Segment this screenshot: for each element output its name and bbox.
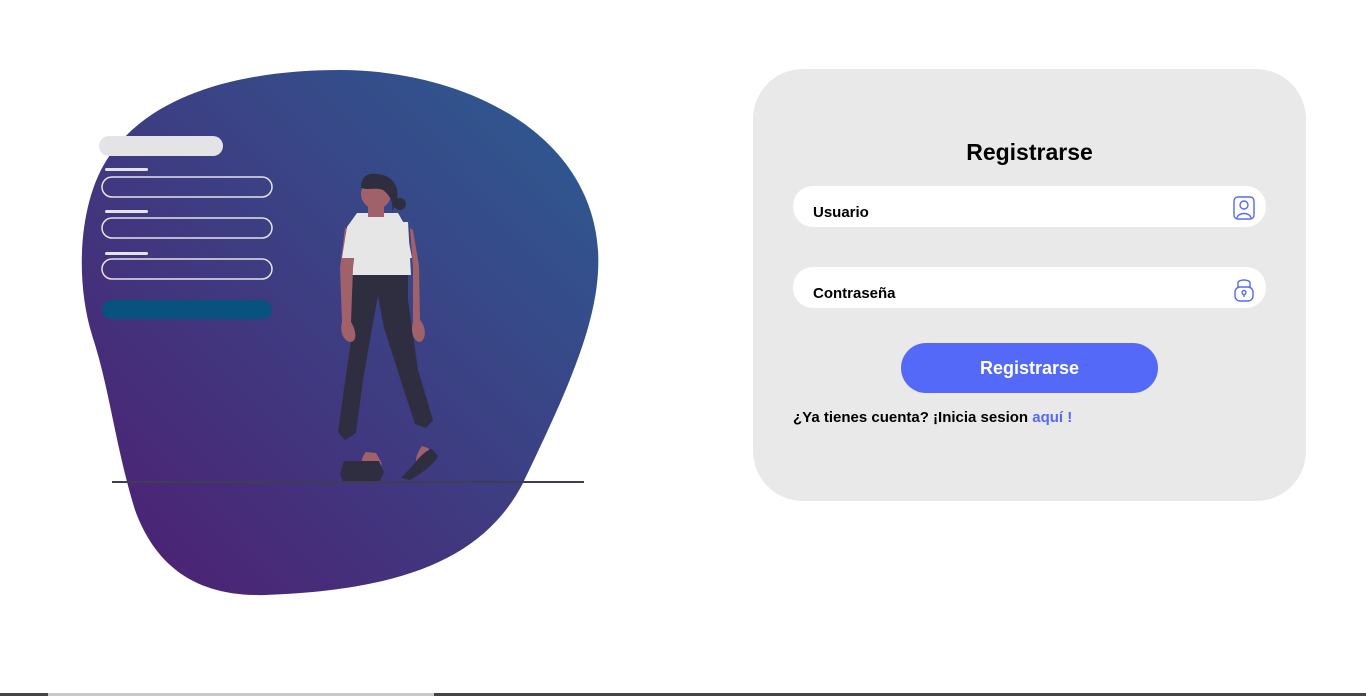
user-icon xyxy=(1232,194,1256,222)
login-prompt: ¿Ya tienes cuenta? ¡Inicia sesion aquí ! xyxy=(793,409,1072,426)
login-link[interactable]: aquí ! xyxy=(1032,409,1072,426)
signup-card: Registrarse Registrarse ¿Ya tienes cuent… xyxy=(753,69,1306,501)
username-field xyxy=(793,186,1266,227)
username-input[interactable] xyxy=(793,186,1223,227)
signup-illustration xyxy=(70,60,610,605)
login-prompt-text: ¿Ya tienes cuenta? ¡Inicia sesion xyxy=(793,409,1029,426)
card-title: Registrarse xyxy=(966,139,1093,165)
password-input[interactable] xyxy=(793,267,1223,308)
password-field xyxy=(793,267,1266,308)
lock-icon xyxy=(1232,275,1256,303)
register-button[interactable]: Registrarse xyxy=(901,343,1158,393)
